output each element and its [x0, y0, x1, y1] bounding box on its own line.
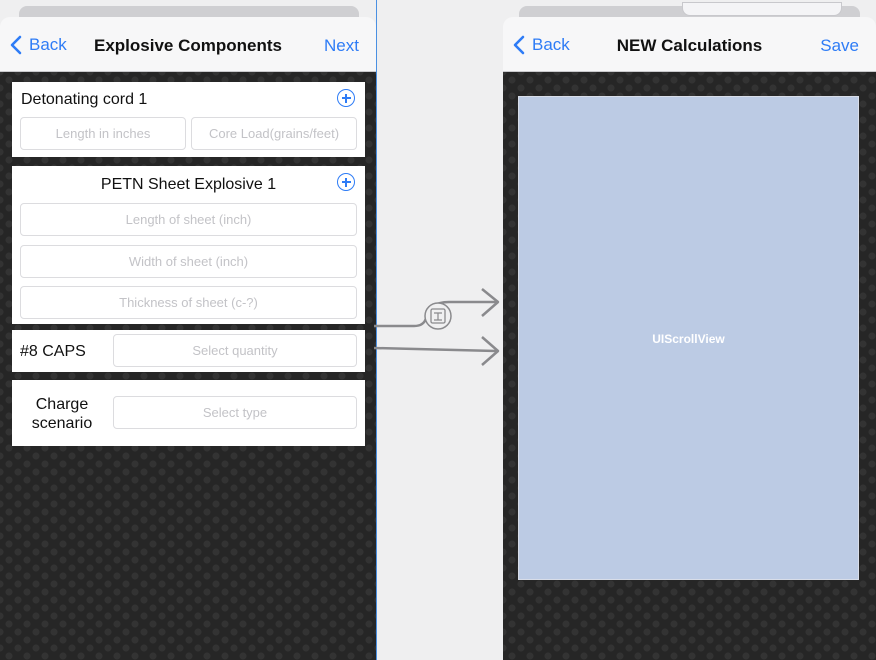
hex-background: Detonating cord 1 Length in inches Core …: [0, 72, 376, 660]
scroll-view[interactable]: UIScrollView: [518, 96, 859, 580]
charge-scenario-label: Charge scenario: [20, 395, 104, 433]
sheet-thickness-field[interactable]: Thickness of sheet (c-?): [20, 286, 357, 319]
scene-dock-tab: [682, 2, 842, 16]
detonating-cord-card: Detonating cord 1 Length in inches Core …: [12, 82, 365, 157]
new-calculations-scene: Back NEW Calculations Save UIScrollView: [503, 0, 876, 660]
caps-label: #8 CAPS: [20, 343, 86, 360]
sheet-length-field[interactable]: Length of sheet (inch): [20, 203, 357, 236]
navigation-bar: Back NEW Calculations Save: [503, 17, 876, 72]
segue-connections: [374, 288, 500, 366]
caps-card: #8 CAPS Select quantity: [12, 330, 365, 372]
scroll-view-label: UIScrollView: [652, 332, 725, 346]
explosive-components-scene: Back Explosive Components Next Detonatin…: [0, 0, 377, 660]
caps-quantity-select[interactable]: Select quantity: [113, 334, 357, 367]
petn-sheet-title: PETN Sheet Explosive 1: [100, 176, 277, 193]
core-load-field[interactable]: Core Load(grains/feet): [191, 117, 357, 150]
add-petn-sheet-icon[interactable]: [337, 173, 355, 191]
sheet-width-field[interactable]: Width of sheet (inch): [20, 245, 357, 278]
segue-line-bottom: [374, 346, 497, 353]
add-detonating-cord-icon[interactable]: [337, 89, 355, 107]
charge-label-line1: Charge: [35, 396, 89, 413]
charge-label-line2: scenario: [31, 415, 93, 432]
next-button[interactable]: Next: [324, 36, 359, 56]
segue-icon[interactable]: [424, 302, 452, 330]
detonating-cord-title: Detonating cord 1: [21, 91, 148, 108]
charge-scenario-card: Charge scenario Select type: [12, 380, 365, 446]
save-button[interactable]: Save: [820, 36, 859, 56]
charge-type-select[interactable]: Select type: [113, 396, 357, 429]
hex-background: UIScrollView: [503, 72, 876, 660]
length-in-inches-field[interactable]: Length in inches: [20, 117, 186, 150]
navigation-bar: Back Explosive Components Next: [0, 17, 376, 72]
page-title: Explosive Components: [94, 36, 282, 55]
petn-sheet-card: PETN Sheet Explosive 1 Length of sheet (…: [12, 166, 365, 324]
